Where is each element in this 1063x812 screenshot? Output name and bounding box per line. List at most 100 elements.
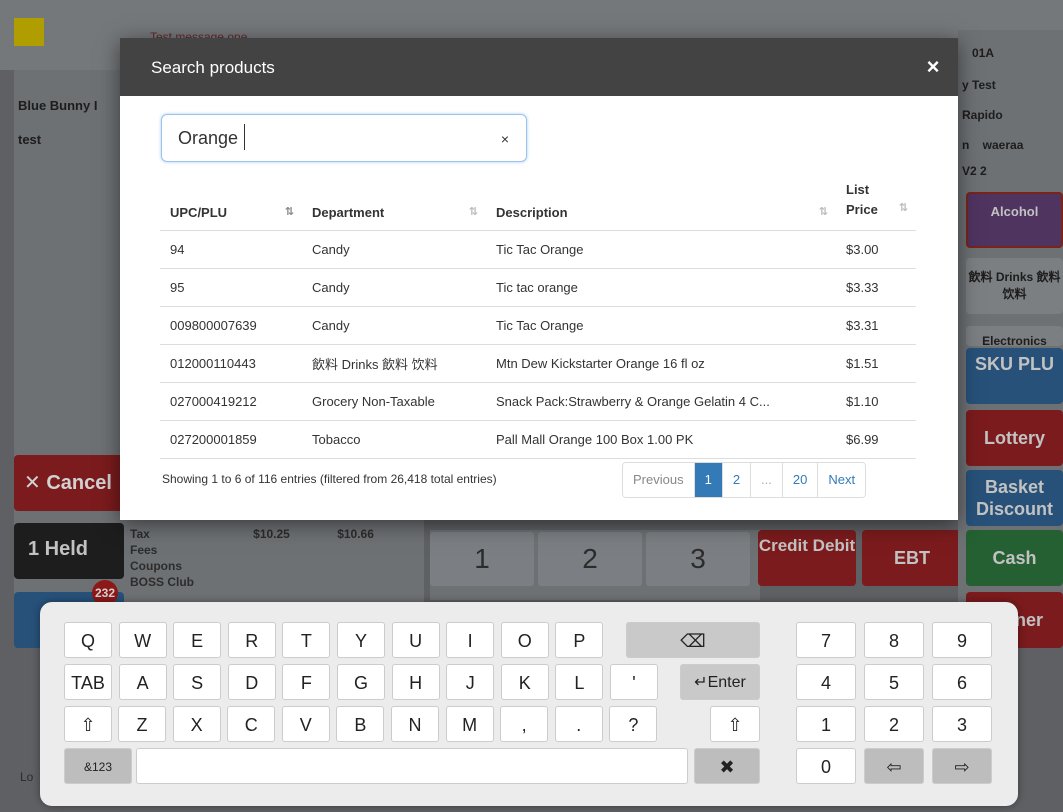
search-field[interactable]: × [161,114,527,162]
key-g[interactable]: G [337,664,385,700]
key-j[interactable]: J [446,664,495,700]
numpad-key-1[interactable]: 1 [796,706,856,742]
cell-upc: 94 [160,230,302,269]
key-v[interactable]: V [281,706,330,742]
numpad-key-6[interactable]: 6 [932,664,992,700]
cell-price: $1.51 [836,344,916,383]
key-a[interactable]: A [118,664,167,700]
table-row[interactable]: 009800007639 Candy Tic Tac Orange $3.31 [160,306,916,345]
key-y[interactable]: Y [337,622,385,658]
column-header-department[interactable]: Department ⇅ [302,174,486,231]
cell-description: Mtn Dew Kickstarter Orange 16 fl oz [486,344,836,383]
cell-upc: 95 [160,268,302,307]
key-p[interactable]: P [555,622,604,658]
clear-search-icon[interactable]: × [482,115,528,163]
table-row[interactable]: 95 Candy Tic tac orange $3.33 [160,268,916,307]
sort-icon: ⇅ [468,206,478,218]
key-c[interactable]: C [227,706,276,742]
key-period[interactable]: . [554,706,603,742]
cell-description: Snack Pack:Strawberry & Orange Gelatin 4… [486,382,836,421]
key-r[interactable]: R [227,622,276,658]
numpad-key-3[interactable]: 3 [932,706,992,742]
column-header-upc[interactable]: UPC/PLU ⇅ [160,174,302,231]
table-row[interactable]: 027200001859 Tobacco Pall Mall Orange 100 … [160,420,916,459]
numpad-key-8[interactable]: 8 [864,622,924,658]
left-arrow-key[interactable]: ⇦ [864,748,924,784]
key-question[interactable]: ? [609,706,658,742]
numpad-key-9[interactable]: 9 [932,622,992,658]
column-header-description[interactable]: Description ⇅ [486,174,836,231]
pagination-page-1[interactable]: 1 [694,463,723,497]
key-comma[interactable]: , [500,706,549,742]
right-arrow-key[interactable]: ⇨ [932,748,992,784]
pagination-previous[interactable]: Previous [623,463,695,497]
key-f[interactable]: F [282,664,331,700]
cell-description: Tic Tac Orange [486,306,836,345]
shift-right-key[interactable]: ⇧ [710,706,760,742]
key-u[interactable]: U [391,622,440,658]
cell-upc: 009800007639 [160,306,302,345]
key-apostrophe[interactable]: ' [610,664,658,700]
table-row[interactable]: 94 Candy Tic Tac Orange $3.00 [160,230,916,269]
backspace-key[interactable]: ⌫ [626,622,760,658]
key-z[interactable]: Z [118,706,166,742]
numpad-key-0[interactable]: 0 [796,748,856,784]
numpad-key-4[interactable]: 4 [796,664,856,700]
key-l[interactable]: L [555,664,604,700]
key-i[interactable]: I [446,622,495,658]
column-label: Description [496,205,568,220]
column-header-price[interactable]: List Price ⇅ [836,174,916,231]
on-screen-keyboard: Q W E R T Y U I O P ⌫ TAB A S D F G H J K L ' ↵Enter ⇧ Z X C V B N M,.… [40,602,1018,806]
cell-description: Pall Mall Orange 100 Box 1.00 PK [486,420,836,459]
key-tab[interactable]: TAB [64,664,112,700]
numpad-key-5[interactable]: 5 [864,664,924,700]
cell-price: $1.10 [836,382,916,421]
pagination: Previous 1 2 ... 20 Next [622,462,867,498]
sort-icon: ⇅ [818,206,828,218]
table-row[interactable]: 027000419212 Grocery Non-Taxable Snack Pac… [160,382,916,421]
sort-icon: ⇅ [898,202,908,214]
numpad-key-7[interactable]: 7 [796,622,856,658]
enter-key[interactable]: ↵Enter [680,664,760,700]
key-s[interactable]: S [173,664,222,700]
cell-department: Candy [302,306,486,345]
cell-department: 飲料 Drinks 飲料 饮料 [302,344,486,383]
pagination-page-2[interactable]: 2 [722,463,752,497]
key-q[interactable]: Q [64,622,112,658]
cell-price: $3.31 [836,306,916,345]
space-key[interactable] [136,748,688,784]
search-products-modal: Search products × × UPC/PLU ⇅ Department ⇅… [120,38,958,520]
cell-upc: 012000110443 [160,344,302,383]
pagination-next[interactable]: Next [818,463,866,497]
key-x[interactable]: X [172,706,221,742]
shift-left-key[interactable]: ⇧ [64,706,112,742]
key-w[interactable]: W [118,622,167,658]
key-o[interactable]: O [500,622,549,658]
key-k[interactable]: K [500,664,549,700]
key-t[interactable]: T [282,622,331,658]
symbols-key[interactable]: &123 [64,748,132,784]
products-table: UPC/PLU ⇅ Department ⇅ Description ⇅ List P… [160,174,916,459]
key-n[interactable]: N [391,706,439,742]
cell-price: $3.00 [836,230,916,269]
table-row[interactable]: 012000110443 飲料 Drinks 飲料 饮料 Mtn Dew Kicks… [160,344,916,383]
cell-description: Tic Tac Orange [486,230,836,269]
numpad-key-2[interactable]: 2 [864,706,924,742]
key-b[interactable]: B [336,706,385,742]
close-keyboard-key[interactable]: ✖ [694,748,760,784]
cell-department: Grocery Non-Taxable [302,382,486,421]
key-h[interactable]: H [391,664,440,700]
key-d[interactable]: D [227,664,276,700]
column-label: UPC/PLU [170,205,228,220]
sort-asc-icon: ⇅ [284,206,294,218]
pagination-page-20[interactable]: 20 [782,463,819,497]
close-icon[interactable]: × [918,52,948,82]
cell-department: Candy [302,230,486,269]
key-e[interactable]: E [173,622,222,658]
column-label: Department [312,205,385,220]
search-input[interactable] [178,125,478,151]
text-cursor [244,124,245,150]
cell-upc: 027000419212 [160,382,302,421]
cell-upc: 027200001859 [160,420,302,459]
key-m[interactable]: M [445,706,494,742]
